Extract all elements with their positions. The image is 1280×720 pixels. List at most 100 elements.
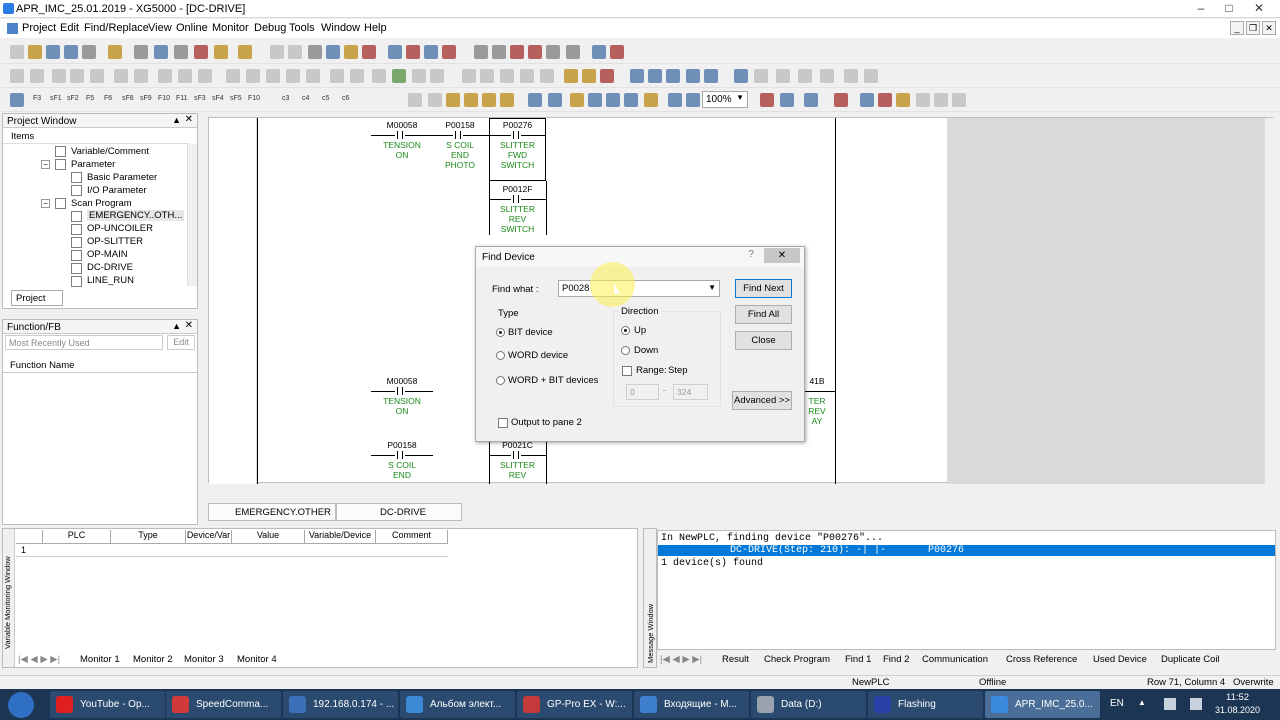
- tab-dc-drive[interactable]: DC-DRIVE: [336, 503, 462, 521]
- find-what-input[interactable]: P0028 ▼: [558, 280, 720, 297]
- line-icon[interactable]: [754, 69, 768, 83]
- clear-breakpoint-icon[interactable]: [540, 69, 554, 83]
- project-tab[interactable]: Project: [11, 290, 63, 306]
- program-3-icon[interactable]: [600, 69, 614, 83]
- menu-find-replace[interactable]: Find/Replace: [84, 22, 149, 34]
- window-5-icon[interactable]: [704, 69, 718, 83]
- view-11-icon[interactable]: [644, 93, 658, 107]
- collapse-icon[interactable]: −: [41, 199, 50, 208]
- fkey-label[interactable]: F11: [176, 95, 188, 102]
- find-all-button[interactable]: Find All: [735, 305, 792, 324]
- tray-chevron-icon[interactable]: ▲: [1138, 698, 1146, 707]
- message-line[interactable]: 1 device(s) found: [661, 558, 763, 569]
- chevron-down-icon[interactable]: ▼: [708, 283, 716, 292]
- tray-1-icon[interactable]: [1164, 698, 1176, 710]
- up-radio[interactable]: [621, 326, 630, 335]
- fkey-label[interactable]: c4: [302, 95, 309, 102]
- task-inbox[interactable]: Входящие - M...: [634, 691, 749, 718]
- fkey-label[interactable]: sF1: [50, 95, 62, 102]
- step-out-icon[interactable]: [500, 69, 514, 83]
- task-album[interactable]: Альбом элект...: [400, 691, 515, 718]
- word-device-label[interactable]: WORD device: [508, 350, 568, 361]
- tab-monitor-4[interactable]: Monitor 4: [237, 654, 277, 665]
- bookmark-icon[interactable]: [566, 45, 580, 59]
- tree-item-io-parameter[interactable]: I/O Parameter: [87, 185, 147, 196]
- tab-nav-icons[interactable]: |◀ ◀ ▶ ▶|: [660, 654, 702, 665]
- word-bit-label[interactable]: WORD + BIT devices: [508, 375, 598, 386]
- task-remote[interactable]: 192.168.0.174 - ...: [283, 691, 398, 718]
- window-3-icon[interactable]: [666, 69, 680, 83]
- print-icon[interactable]: [82, 45, 96, 59]
- tab-monitor-2[interactable]: Monitor 2: [133, 654, 173, 665]
- view-3-icon[interactable]: [482, 93, 496, 107]
- edit-button[interactable]: Edit: [167, 335, 195, 350]
- close-window-button[interactable]: ✕: [1250, 1, 1268, 16]
- delete-icon[interactable]: [362, 45, 376, 59]
- tool-f-icon[interactable]: [952, 93, 966, 107]
- fkey-label[interactable]: sF3: [194, 95, 206, 102]
- scrollbar[interactable]: [187, 144, 197, 286]
- reset-icon[interactable]: [372, 69, 386, 83]
- forward-icon[interactable]: [610, 45, 624, 59]
- menu-project[interactable]: Project: [22, 22, 56, 34]
- fkey-label[interactable]: sF2: [67, 95, 79, 102]
- advanced-button[interactable]: Advanced >>: [732, 391, 792, 410]
- device-icon[interactable]: [760, 93, 774, 107]
- fkey-label[interactable]: c6: [342, 95, 349, 102]
- red-tool-icon[interactable]: [834, 93, 848, 107]
- window-1-icon[interactable]: [630, 69, 644, 83]
- message-line-selected[interactable]: DC-DRIVE(Step: 210): -| |- P00276: [658, 545, 1275, 556]
- clock-time[interactable]: 11:52: [1226, 692, 1249, 703]
- view-8-icon[interactable]: [588, 93, 602, 107]
- insert-icon[interactable]: [388, 45, 402, 59]
- tab-used-device[interactable]: Used Device: [1093, 654, 1147, 665]
- open-icon[interactable]: [28, 45, 42, 59]
- menu-tools[interactable]: Tools: [289, 22, 315, 34]
- tool-b-icon[interactable]: [878, 93, 892, 107]
- contact-p00276[interactable]: P00276 SLITTER FWD SWITCH: [489, 120, 546, 170]
- breakpoint-icon[interactable]: [520, 69, 534, 83]
- view-1-icon[interactable]: [446, 93, 460, 107]
- fkey-label[interactable]: sF5: [230, 95, 242, 102]
- up-label[interactable]: Up: [634, 325, 646, 336]
- fkey-label[interactable]: sF9: [140, 95, 152, 102]
- range-to-input[interactable]: 324: [673, 384, 708, 400]
- find-icon[interactable]: [474, 45, 488, 59]
- horizontal-scrollbar[interactable]: [208, 484, 1273, 496]
- line-5-icon[interactable]: [844, 69, 858, 83]
- online-2-icon[interactable]: [30, 69, 44, 83]
- mdi-minimize-button[interactable]: _: [1230, 21, 1244, 35]
- tree-item-line-run[interactable]: LINE_RUN: [87, 275, 134, 286]
- menu-debug[interactable]: Debug: [254, 22, 286, 34]
- mdi-close-button[interactable]: ✕: [1262, 21, 1276, 35]
- compare-icon[interactable]: [158, 69, 172, 83]
- fkey-label[interactable]: c5: [322, 95, 329, 102]
- tab-nav-icons[interactable]: |◀ ◀ ▶ ▶|: [18, 654, 60, 665]
- contact-p00158[interactable]: P00158 S COIL END PHOTO: [429, 120, 491, 170]
- vertical-scrollbar[interactable]: [1264, 118, 1273, 484]
- mdi-restore-button[interactable]: ❐: [1246, 21, 1260, 35]
- fkey-label[interactable]: F10: [158, 95, 170, 102]
- tree-item-variable-comment[interactable]: Variable/Comment: [71, 146, 149, 157]
- contact-m00058-nc[interactable]: M00058 TENSION ON: [371, 376, 433, 416]
- close-icon[interactable]: ✕: [185, 320, 193, 331]
- down-label[interactable]: Down: [634, 345, 658, 356]
- monitor-start-icon[interactable]: [178, 69, 192, 83]
- xref-icon[interactable]: [780, 93, 794, 107]
- contact-p0021c[interactable]: P0021C SLITTER REV: [489, 440, 546, 480]
- task-gp-pro[interactable]: GP-Pro EX - W:...: [517, 691, 632, 718]
- tree-item-emergency-other[interactable]: EMERGENCY..OTH...: [87, 210, 185, 221]
- fkey-label[interactable]: sF8: [122, 95, 134, 102]
- program-icon[interactable]: [564, 69, 578, 83]
- zoom-select[interactable]: 100% ▼: [702, 91, 748, 108]
- tree-item-op-main[interactable]: OP-MAIN: [87, 249, 128, 260]
- view-4-icon[interactable]: [500, 93, 514, 107]
- contact-m00058[interactable]: M00058 TENSION ON: [371, 120, 433, 160]
- task-flashing[interactable]: Flashing: [868, 691, 983, 718]
- table-row[interactable]: 1: [16, 544, 448, 557]
- paste-icon[interactable]: [344, 45, 358, 59]
- close-button[interactable]: Close: [735, 331, 792, 350]
- fkey-label[interactable]: sF4: [212, 95, 224, 102]
- zoom-out-icon[interactable]: [686, 93, 700, 107]
- range-from-input[interactable]: 0: [626, 384, 659, 400]
